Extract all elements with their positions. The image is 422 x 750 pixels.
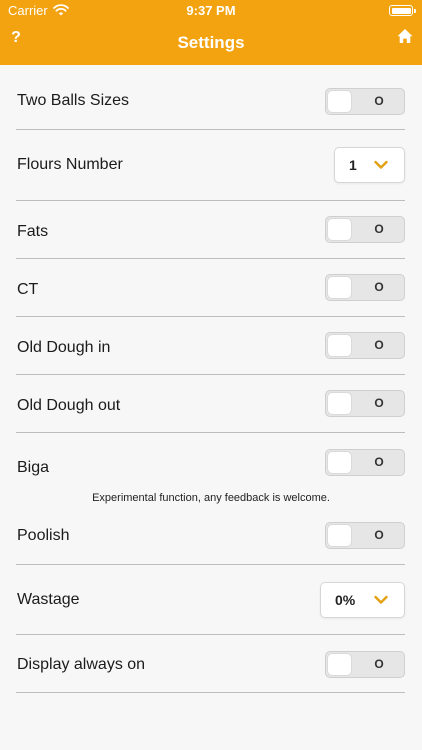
old-dough-in-toggle[interactable]: O [325, 332, 405, 359]
row-label: Old Dough in [17, 339, 111, 356]
toggle-knob [328, 219, 351, 240]
row-display-always-on: Display always on O [16, 635, 405, 693]
toggle-knob [328, 91, 351, 112]
row-label: Old Dough out [17, 397, 121, 414]
dropdown-value: 1 [349, 157, 357, 173]
toggle-knob [328, 277, 351, 298]
toggle-knob [328, 654, 351, 675]
settings-screen: Carrier 9:37 PM ? Settings Two Balls Siz… [0, 0, 422, 750]
flours-number-dropdown[interactable]: 1 [334, 147, 405, 183]
page-title: Settings [177, 33, 245, 52]
row-old-dough-in: Old Dough in O [16, 317, 405, 375]
row-flours-number: Flours Number 1 [16, 130, 405, 201]
two-balls-sizes-toggle[interactable]: O [325, 88, 405, 115]
toggle-knob [328, 525, 351, 546]
header: Carrier 9:37 PM ? Settings [0, 0, 422, 65]
experimental-note: Experimental function, any feedback is w… [92, 492, 330, 504]
toggle-state-text: O [374, 280, 384, 294]
biga-toggle[interactable]: O [325, 449, 405, 476]
status-bar: Carrier 9:37 PM [0, 0, 422, 22]
ct-toggle[interactable]: O [325, 274, 405, 301]
row-old-dough-out: Old Dough out O [16, 375, 405, 433]
row-fats: Fats O [16, 201, 405, 259]
row-biga: Biga O [16, 433, 405, 483]
toggle-state-text: O [374, 657, 384, 671]
row-label: Flours Number [17, 156, 123, 173]
row-poolish: Poolish O [16, 510, 405, 565]
poolish-toggle[interactable]: O [325, 522, 405, 549]
chevron-down-icon [374, 160, 388, 169]
toggle-state-text: O [374, 396, 384, 410]
row-label: Display always on [17, 656, 146, 673]
toggle-knob [328, 452, 351, 473]
row-ct: CT O [16, 259, 405, 317]
row-label: Fats [17, 223, 49, 240]
row-wastage: Wastage 0% [16, 565, 405, 635]
toggle-state-text: O [374, 455, 384, 469]
toggle-state-text: O [374, 222, 384, 236]
dropdown-value: 0% [335, 592, 356, 608]
row-two-balls-sizes: Two Balls Sizes O [16, 66, 405, 130]
toggle-knob [328, 393, 351, 414]
clock: 9:37 PM [186, 3, 236, 18]
display-always-on-toggle[interactable]: O [325, 651, 405, 678]
row-label: CT [17, 281, 39, 298]
row-label: Biga [17, 459, 50, 476]
toggle-knob [328, 335, 351, 356]
old-dough-out-toggle[interactable]: O [325, 390, 405, 417]
row-label: Poolish [17, 527, 70, 544]
toggle-state-text: O [374, 94, 384, 108]
fats-toggle[interactable]: O [325, 216, 405, 243]
home-icon[interactable] [397, 28, 413, 44]
toggle-state-text: O [374, 528, 384, 542]
wastage-dropdown[interactable]: 0% [320, 582, 405, 618]
row-label: Wastage [17, 591, 80, 608]
row-label: Two Balls Sizes [17, 92, 130, 109]
chevron-down-icon [374, 595, 388, 604]
battery-icon [389, 5, 416, 16]
toggle-state-text: O [374, 338, 384, 352]
